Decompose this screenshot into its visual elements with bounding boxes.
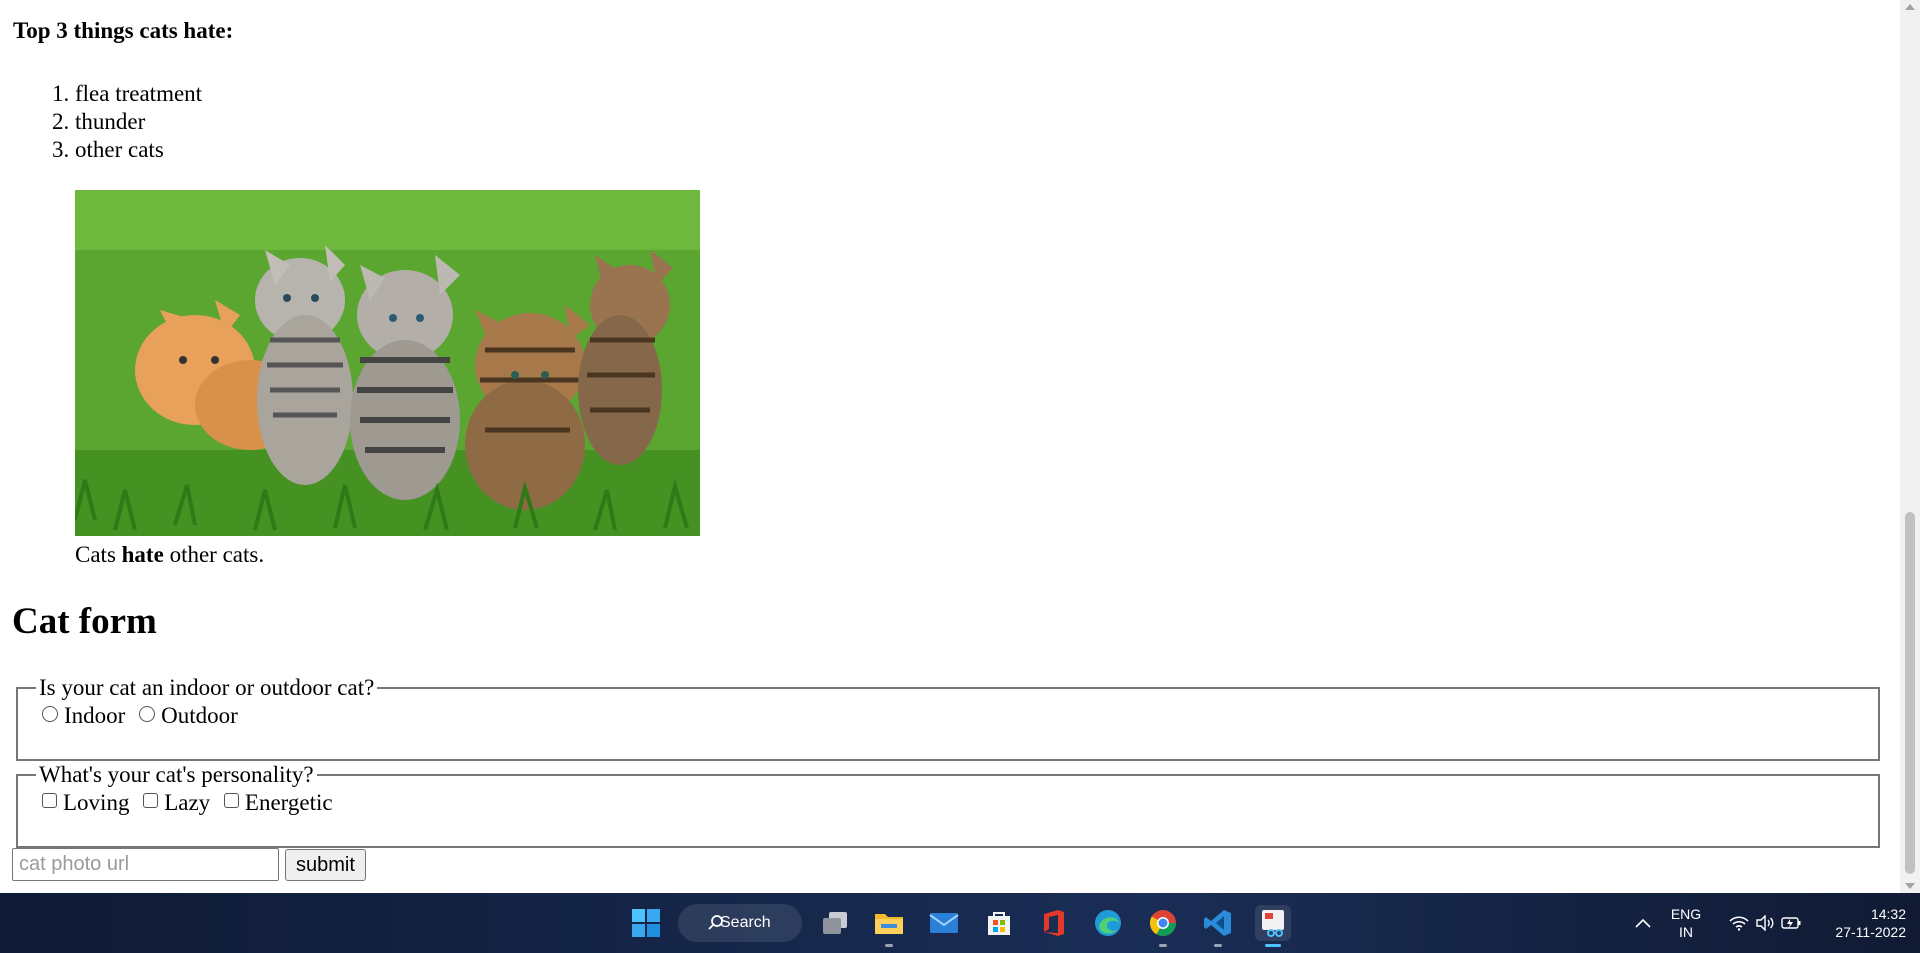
windows-logo-icon	[632, 909, 660, 937]
indoor-outdoor-fieldset: Is your cat an indoor or outdoor cat? In…	[16, 675, 1880, 761]
chrome-icon	[1149, 910, 1177, 937]
battery-icon	[1781, 917, 1801, 929]
loving-option[interactable]: Loving	[42, 790, 129, 816]
lazy-option[interactable]: Lazy	[143, 790, 210, 816]
edge-icon	[1095, 910, 1121, 936]
list-item: 1flea treatment	[13, 80, 202, 108]
office-button[interactable]	[1036, 905, 1072, 941]
kittens-photo	[75, 190, 700, 536]
store-button[interactable]	[981, 905, 1017, 941]
edge-browser-button[interactable]	[1090, 905, 1126, 941]
scroll-thumb[interactable]	[1905, 512, 1915, 874]
volume-icon	[1756, 915, 1774, 931]
task-view-button[interactable]	[817, 905, 853, 941]
office-icon	[1044, 910, 1064, 936]
taskbar-search[interactable]: Search	[678, 904, 802, 942]
indoor-outdoor-legend: Is your cat an indoor or outdoor cat?	[39, 675, 375, 700]
personality-legend: What's your cat's personality?	[39, 762, 314, 787]
taskbar: Search ENG IN 14:32 27-11-2022	[0, 893, 1920, 953]
quick-settings-button[interactable]	[1720, 905, 1810, 941]
list-heading: Top 3 things cats hate:	[13, 18, 234, 43]
language-indicator[interactable]: ENG IN	[1670, 905, 1702, 941]
vscode-icon	[1204, 910, 1231, 936]
task-view-icon	[823, 912, 847, 934]
hates-list: 1flea treatment 2thunder 3other cats	[13, 80, 202, 164]
start-button[interactable]	[628, 905, 664, 941]
file-explorer-button[interactable]	[871, 905, 907, 947]
chevron-up-icon	[1635, 918, 1651, 928]
store-icon	[988, 912, 1010, 935]
loving-checkbox[interactable]	[42, 793, 57, 809]
vertical-scrollbar[interactable]	[1900, 0, 1920, 893]
mail-icon	[929, 913, 959, 933]
kittens-figure: Cats hate other cats.	[75, 190, 700, 568]
running-indicator	[1159, 944, 1167, 947]
submit-button[interactable]: submit	[285, 849, 366, 881]
indoor-option[interactable]: Indoor	[42, 703, 125, 729]
web-page: Top 3 things cats hate: 1flea treatment …	[0, 0, 1900, 893]
personality-fieldset: What's your cat's personality? Loving La…	[16, 762, 1880, 848]
cat-photo-url-input[interactable]	[12, 848, 279, 881]
outdoor-radio[interactable]	[139, 705, 156, 722]
list-item: 3other cats	[13, 136, 202, 164]
chrome-browser-button[interactable]	[1145, 905, 1181, 947]
energetic-checkbox[interactable]	[223, 793, 239, 809]
list-item: 2thunder	[13, 108, 202, 136]
search-icon	[708, 915, 723, 930]
lazy-checkbox[interactable]	[143, 793, 159, 809]
show-hidden-icons-button[interactable]	[1628, 905, 1658, 941]
form-title: Cat form	[12, 601, 157, 642]
active-indicator	[1265, 944, 1281, 947]
running-indicator	[885, 944, 893, 947]
running-indicator	[1214, 944, 1222, 947]
energetic-option[interactable]: Energetic	[223, 790, 333, 816]
outdoor-option[interactable]: Outdoor	[139, 703, 238, 729]
photo-caption: Cats hate other cats.	[75, 542, 265, 567]
clock[interactable]: 14:32 27-11-2022	[1816, 905, 1906, 941]
mail-button[interactable]	[926, 905, 962, 941]
scroll-down-arrow-icon[interactable]	[1905, 883, 1915, 889]
indoor-radio[interactable]	[42, 705, 58, 722]
snipping-tool-icon	[1262, 910, 1284, 937]
scroll-up-arrow-icon[interactable]	[1905, 4, 1915, 10]
vscode-button[interactable]	[1200, 905, 1236, 947]
snipping-tool-button[interactable]	[1255, 905, 1291, 947]
folder-icon	[875, 914, 903, 934]
wifi-icon	[1729, 916, 1749, 931]
